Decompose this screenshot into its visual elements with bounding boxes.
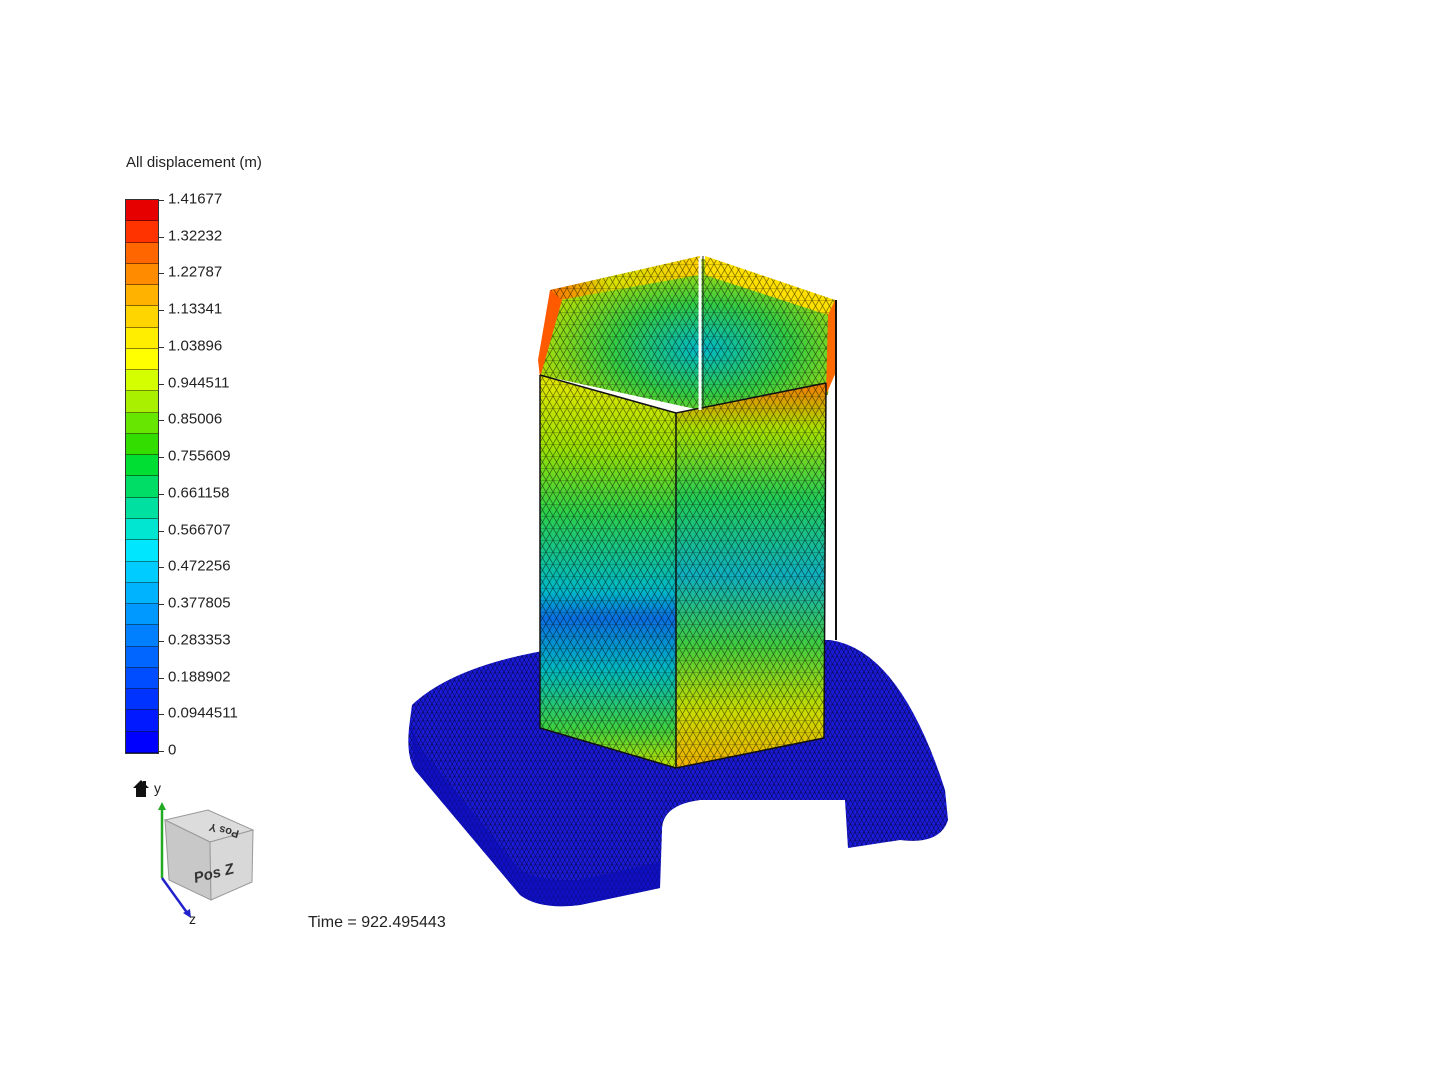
color-band bbox=[126, 710, 158, 732]
3d-viewport[interactable]: All displacement (m) 1.41677 1.32232 1.227… bbox=[0, 0, 1440, 1080]
color-band bbox=[126, 646, 158, 668]
color-band bbox=[126, 455, 158, 477]
color-band bbox=[126, 221, 158, 243]
tick-mark bbox=[159, 457, 164, 459]
tick-mark bbox=[159, 751, 164, 752]
color-band bbox=[126, 731, 158, 753]
tick-label: 1.41677 bbox=[168, 190, 223, 208]
tick-mark bbox=[159, 604, 164, 606]
color-band bbox=[126, 540, 158, 562]
tick-label: 0.755609 bbox=[168, 447, 231, 465]
tick-label: 0 bbox=[168, 741, 177, 759]
color-band bbox=[126, 285, 158, 307]
tick-label: 0.188902 bbox=[168, 668, 231, 686]
tick-mark bbox=[159, 346, 164, 348]
color-band bbox=[126, 348, 158, 371]
color-band bbox=[126, 263, 158, 286]
color-band bbox=[126, 561, 158, 583]
color-band bbox=[126, 689, 158, 711]
tick-label: 0.0944511 bbox=[168, 704, 238, 722]
tick-label: 0.472256 bbox=[168, 557, 231, 575]
tick-label: 1.32232 bbox=[168, 227, 223, 245]
home-icon[interactable] bbox=[133, 780, 149, 797]
color-band bbox=[126, 370, 158, 392]
color-band bbox=[126, 391, 158, 413]
color-band bbox=[126, 412, 158, 434]
color-band bbox=[126, 200, 158, 222]
tick-label: 1.13341 bbox=[168, 300, 223, 318]
color-band bbox=[126, 625, 158, 647]
tick-mark bbox=[159, 420, 164, 422]
color-band bbox=[126, 476, 158, 498]
color-band bbox=[126, 667, 158, 690]
tick-mark bbox=[159, 640, 164, 642]
tick-label: 0.944511 bbox=[168, 374, 230, 392]
tick-mark bbox=[159, 714, 164, 716]
tick-mark bbox=[159, 200, 164, 201]
color-band bbox=[126, 518, 158, 541]
tick-label: 0.377805 bbox=[168, 594, 231, 612]
view-cube[interactable]: Pos Y Pos Z bbox=[163, 809, 255, 901]
tick-mark bbox=[159, 383, 164, 385]
tick-mark bbox=[159, 273, 164, 275]
color-band bbox=[126, 497, 158, 519]
color-band bbox=[126, 306, 158, 328]
y-axis-label: y bbox=[154, 780, 161, 796]
tick-label: 1.22787 bbox=[168, 263, 223, 281]
tick-mark bbox=[159, 310, 164, 312]
tick-mark bbox=[159, 567, 164, 569]
color-bar bbox=[125, 199, 159, 754]
tick-label: 0.661158 bbox=[168, 484, 230, 502]
tick-label: 1.03896 bbox=[168, 337, 223, 355]
tick-label: 0.283353 bbox=[168, 631, 231, 649]
tick-label: 0.566707 bbox=[168, 521, 231, 539]
tick-label: 0.85006 bbox=[168, 410, 223, 428]
color-band bbox=[126, 604, 158, 626]
orientation-widget[interactable]: y z Pos Y Pos Z bbox=[125, 770, 265, 930]
tick-mark bbox=[159, 530, 164, 532]
time-label: Time = 922.495443 bbox=[308, 914, 446, 931]
color-band bbox=[126, 327, 158, 349]
color-band bbox=[126, 582, 158, 605]
tick-mark bbox=[159, 493, 164, 495]
color-band bbox=[126, 433, 158, 456]
color-band bbox=[126, 242, 158, 264]
z-axis-label: z bbox=[189, 911, 196, 927]
tick-mark bbox=[159, 236, 164, 238]
tick-mark bbox=[159, 677, 164, 679]
